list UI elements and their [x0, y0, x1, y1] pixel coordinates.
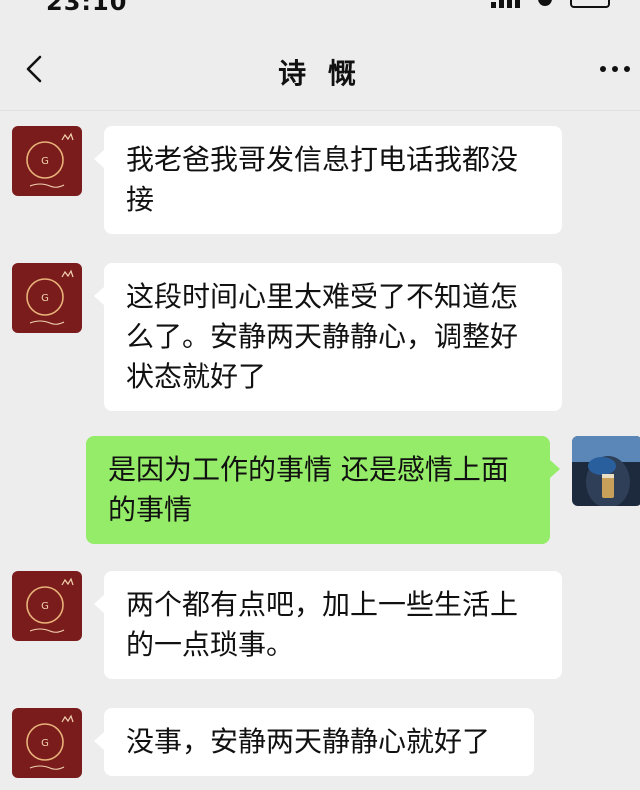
contact-avatar[interactable]: G [12, 708, 82, 778]
message-bubble-self[interactable]: 是因为工作的事情 还是感情上面的事情 [86, 436, 560, 544]
self-avatar[interactable] [572, 436, 640, 506]
status-icons [491, 0, 610, 8]
battery-icon [570, 0, 610, 8]
svg-text:G: G [41, 738, 49, 749]
contact-avatar[interactable]: G [12, 571, 82, 641]
message-text: 两个都有点吧，加上一些生活上的一点琐事。 [126, 588, 519, 661]
message-bubble[interactable]: 这段时间心里太难受了不知道怎么了。安静两天静静心，调整好状态就好了 [94, 263, 562, 411]
contact-avatar[interactable]: G [12, 126, 82, 196]
message-bubble[interactable]: 没事，安静两天静静心就好了 [94, 708, 534, 776]
contact-avatar[interactable]: G [12, 263, 82, 333]
message-text: 没事，安静两天静静心就好了 [126, 725, 491, 758]
chat-title: 诗 慨 [278, 57, 362, 90]
message-bubble[interactable]: 两个都有点吧，加上一些生活上的一点琐事。 [94, 571, 562, 679]
wifi-icon [538, 0, 552, 6]
message-text: 是因为工作的事情 还是感情上面的事情 [108, 453, 509, 526]
signal-icon [491, 0, 520, 8]
message-text: 我老爸我哥发信息打电话我都没接 [126, 143, 519, 216]
svg-text:G: G [41, 293, 49, 304]
status-bar: 23:10 [0, 0, 640, 14]
status-time: 23:10 [46, 0, 128, 14]
message-text: 这段时间心里太难受了不知道怎么了。安静两天静静心，调整好状态就好了 [126, 280, 519, 393]
message-bubble[interactable]: 我老爸我哥发信息打电话我都没接 [94, 126, 562, 234]
chat-header: 诗 慨 [0, 30, 640, 111]
more-icon[interactable] [600, 64, 630, 74]
svg-text:G: G [41, 156, 49, 167]
svg-text:G: G [41, 601, 49, 612]
